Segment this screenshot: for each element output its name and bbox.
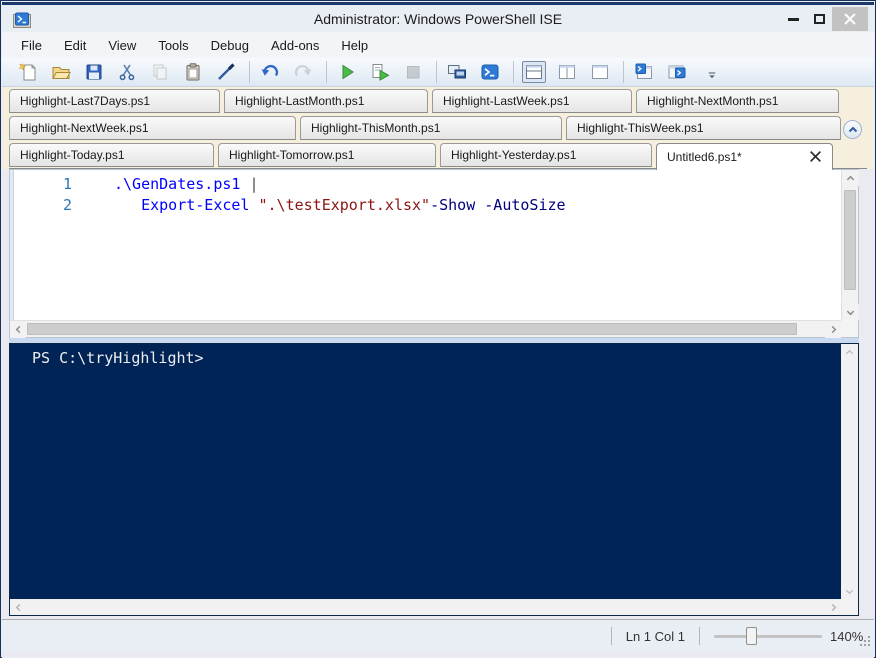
zoom-slider[interactable] — [714, 627, 822, 645]
scroll-down-icon[interactable] — [841, 583, 858, 599]
copy-icon[interactable] — [148, 61, 172, 83]
zoom-slider-thumb[interactable] — [746, 627, 757, 645]
paste-icon[interactable] — [181, 61, 205, 83]
powershell-ise-window: Administrator: Windows PowerShell ISE Fi… — [0, 0, 876, 658]
tab-highlight-nextmonth-ps1[interactable]: Highlight-NextMonth.ps1 — [636, 89, 839, 113]
tab-highlight-thisweek-ps1[interactable]: Highlight-ThisWeek.ps1 — [566, 116, 841, 140]
console-vertical-scrollbar[interactable] — [841, 344, 858, 599]
code-text: Export-Excel ".\testExport.xlsx"-Show -A… — [141, 196, 566, 214]
scroll-right-icon[interactable] — [825, 321, 841, 338]
tab-highlight-lastmonth-ps1[interactable]: Highlight-LastMonth.ps1 — [224, 89, 428, 113]
scroll-thumb[interactable] — [844, 190, 856, 290]
console-prompt[interactable]: PS C:\tryHighlight> — [32, 349, 204, 367]
line-number: 2 — [62, 196, 72, 214]
toolbar-separator — [513, 61, 514, 83]
undo-icon[interactable] — [258, 61, 282, 83]
code-text: .\GenDates.ps1 | — [114, 175, 259, 193]
tab-label: Highlight-NextMonth.ps1 — [647, 94, 779, 108]
tab-highlight-tomorrow-ps1[interactable]: Highlight-Tomorrow.ps1 — [218, 143, 436, 167]
scroll-down-icon[interactable] — [842, 304, 859, 320]
scroll-thumb[interactable] — [27, 323, 797, 335]
toolbar-separator — [436, 61, 437, 83]
menu-item-tools[interactable]: Tools — [147, 34, 199, 57]
window-title: Administrator: Windows PowerShell ISE — [313, 10, 563, 27]
tab-highlight-last7days-ps1[interactable]: Highlight-Last7Days.ps1 — [9, 89, 220, 113]
console-horizontal-scrollbar[interactable] — [10, 599, 841, 615]
code-area[interactable]: 1 .\GenDates.ps1 | 2 Export-Excel ".\testE… — [10, 174, 840, 320]
tab-highlight-thismonth-ps1[interactable]: Highlight-ThisMonth.ps1 — [300, 116, 562, 140]
tab-label: Highlight-Tomorrow.ps1 — [229, 148, 355, 162]
tab-highlight-yesterday-ps1[interactable]: Highlight-Yesterday.ps1 — [440, 143, 652, 167]
cursor-position: Ln 1 Col 1 — [625, 628, 685, 644]
tab-label: Untitled6.ps1* — [667, 150, 742, 164]
menu-item-debug[interactable]: Debug — [200, 34, 260, 57]
maximize-button[interactable] — [806, 7, 832, 31]
editor-horizontal-scrollbar[interactable] — [10, 320, 841, 338]
menu-item-view[interactable]: View — [97, 34, 147, 57]
toolbar-overflow-icon[interactable] — [700, 64, 724, 86]
close-icon — [844, 13, 856, 25]
menu-item-file[interactable]: File — [10, 34, 53, 57]
tab-untitled6-ps1[interactable]: Untitled6.ps1* — [656, 143, 833, 170]
tab-label: Highlight-Last7Days.ps1 — [20, 94, 151, 108]
save-icon[interactable] — [82, 61, 106, 83]
close-button[interactable] — [832, 7, 868, 31]
show-command-window-icon[interactable] — [665, 61, 689, 83]
tab-label: Highlight-Today.ps1 — [20, 148, 125, 162]
toolbar-separator — [249, 61, 250, 83]
minimize-button[interactable] — [780, 7, 806, 31]
new-powershell-tab-icon[interactable] — [632, 61, 656, 83]
scroll-up-icon[interactable] — [842, 170, 859, 186]
toolbar — [2, 58, 874, 87]
menu-bar: File Edit View Tools Debug Add-ons Help — [2, 32, 874, 58]
show-script-pane-right-icon[interactable] — [555, 61, 579, 83]
line-number: 1 — [62, 175, 72, 193]
script-editor-pane[interactable]: 1 .\GenDates.ps1 | 2 Export-Excel ".\testE… — [9, 169, 859, 338]
status-bar: Ln 1 Col 1 140% — [2, 619, 874, 652]
cut-icon[interactable] — [115, 61, 139, 83]
scroll-right-icon[interactable] — [825, 599, 841, 615]
tab-label: Highlight-ThisMonth.ps1 — [311, 121, 441, 135]
tab-highlight-lastweek-ps1[interactable]: Highlight-LastWeek.ps1 — [432, 89, 632, 113]
title-bar: Administrator: Windows PowerShell ISE — [2, 2, 874, 32]
toolbar-separator — [623, 61, 624, 83]
console-pane[interactable]: PS C:\tryHighlight> — [9, 343, 859, 616]
run-script-icon[interactable] — [335, 61, 359, 83]
new-script-icon[interactable] — [16, 61, 40, 83]
start-powershell-icon[interactable] — [478, 61, 502, 83]
run-selection-icon[interactable] — [368, 61, 392, 83]
new-remote-powershell-tab-icon[interactable] — [445, 61, 469, 83]
close-tab-icon[interactable] — [809, 150, 822, 163]
scroll-left-icon[interactable] — [10, 599, 26, 615]
editor-vertical-scrollbar[interactable] — [841, 170, 859, 320]
scroll-left-icon[interactable] — [10, 321, 26, 338]
show-script-pane-maximized-icon[interactable] — [588, 61, 612, 83]
tab-label: Highlight-LastMonth.ps1 — [235, 94, 365, 108]
menu-item-add-ons[interactable]: Add-ons — [260, 34, 330, 57]
resize-grip-icon[interactable] — [858, 636, 870, 648]
menu-item-help[interactable]: Help — [330, 34, 379, 57]
code-line[interactable]: 1 .\GenDates.ps1 | — [10, 174, 840, 195]
tab-highlight-nextweek-ps1[interactable]: Highlight-NextWeek.ps1 — [9, 116, 296, 140]
toolbar-separator — [326, 61, 327, 83]
tab-label: Highlight-LastWeek.ps1 — [443, 94, 570, 108]
redo-icon[interactable] — [291, 61, 315, 83]
tab-label: Highlight-ThisWeek.ps1 — [577, 121, 704, 135]
menu-item-edit[interactable]: Edit — [53, 34, 97, 57]
stop-operation-icon[interactable] — [401, 61, 425, 83]
clear-console-icon[interactable] — [214, 61, 238, 83]
powershell-ise-app-icon — [13, 12, 31, 29]
chevron-up-icon — [848, 126, 857, 132]
show-script-pane-top-icon[interactable] — [522, 61, 546, 83]
tab-label: Highlight-NextWeek.ps1 — [20, 121, 149, 135]
scroll-up-icon[interactable] — [841, 344, 858, 360]
tab-label: Highlight-Yesterday.ps1 — [451, 148, 577, 162]
expand-tabs-button[interactable] — [843, 120, 862, 139]
open-script-icon[interactable] — [49, 61, 73, 83]
code-line[interactable]: 2 Export-Excel ".\testExport.xlsx"-Show … — [10, 195, 840, 216]
tab-highlight-today-ps1[interactable]: Highlight-Today.ps1 — [9, 143, 214, 167]
tab-strip: Highlight-Last7Days.ps1 Highlight-LastMon… — [2, 87, 874, 170]
